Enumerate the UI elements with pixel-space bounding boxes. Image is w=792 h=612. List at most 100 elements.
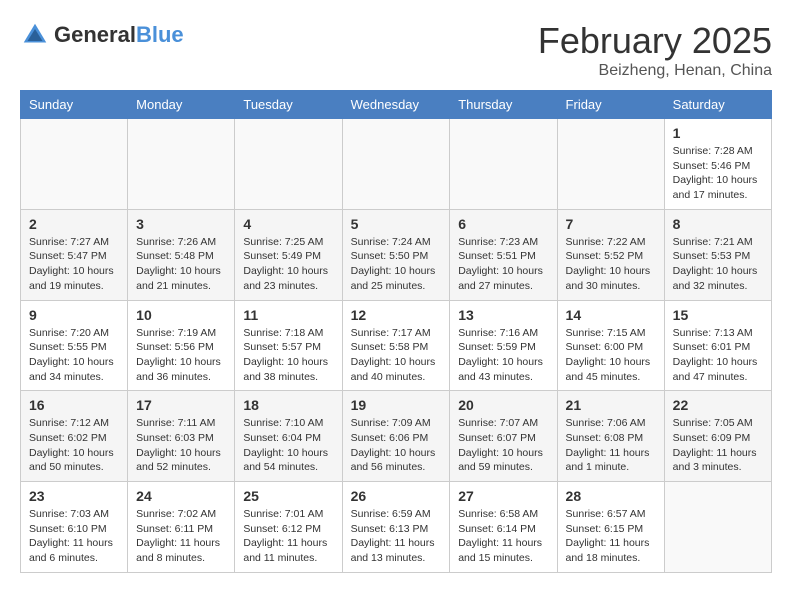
day-number: 23	[29, 488, 119, 504]
day-cell: 21Sunrise: 7:06 AM Sunset: 6:08 PM Dayli…	[557, 391, 664, 482]
day-number: 20	[458, 397, 548, 413]
day-info: Sunrise: 7:20 AM Sunset: 5:55 PM Dayligh…	[29, 326, 119, 385]
day-number: 25	[243, 488, 333, 504]
day-number: 2	[29, 216, 119, 232]
day-number: 16	[29, 397, 119, 413]
day-cell: 19 Sunrise: 7:09 AM Sunset: 6:06 PM Dayli…	[342, 391, 450, 482]
day-cell: 12 Sunrise: 7:17 AM Sunset: 5:58 PM Dayli…	[342, 300, 450, 391]
day-info: Sunrise: 7:18 AM Sunset: 5:57 PM Dayligh…	[243, 326, 333, 385]
day-info: Sunrise: 7:28 AM Sunset: 5:46 PM Dayligh…	[673, 144, 763, 203]
day-cell: 26 Sunrise: 6:59 AM Sunset: 6:13 PM Dayli…	[342, 482, 450, 573]
day-info: Sunrise: 7:02 AM Sunset: 6:11 PM Dayligh…	[136, 507, 226, 566]
day-info: Sunrise: 7:05 AM Sunset: 6:09 PM Dayligh…	[673, 416, 763, 475]
month-title: February 2025	[538, 20, 772, 62]
day-number: 26	[351, 488, 442, 504]
day-cell: 1 Sunrise: 7:28 AM Sunset: 5:46 PM Daylig…	[664, 119, 771, 210]
day-info: Sunrise: 7:11 AM Sunset: 6:03 PM Dayligh…	[136, 416, 226, 475]
day-number: 11	[243, 307, 333, 323]
day-info: Sunrise: 7:21 AM Sunset: 5:53 PM Dayligh…	[673, 235, 763, 294]
day-info: Sunrise: 7:03 AM Sunset: 6:10 PM Dayligh…	[29, 507, 119, 566]
day-number: 3	[136, 216, 226, 232]
day-number: 7	[566, 216, 656, 232]
logo: GeneralBlue	[20, 20, 184, 50]
day-header-sunday: Sunday	[21, 91, 128, 119]
day-info: Sunrise: 7:15 AM Sunset: 6:00 PM Dayligh…	[566, 326, 656, 385]
week-row-2: 2 Sunrise: 7:27 AM Sunset: 5:47 PM Daylig…	[21, 209, 772, 300]
day-header-thursday: Thursday	[450, 91, 557, 119]
day-number: 4	[243, 216, 333, 232]
day-cell	[342, 119, 450, 210]
week-row-4: 16 Sunrise: 7:12 AM Sunset: 6:02 PM Dayli…	[21, 391, 772, 482]
day-cell	[235, 119, 342, 210]
calendar-header-row: SundayMondayTuesdayWednesdayThursdayFrid…	[21, 91, 772, 119]
day-header-friday: Friday	[557, 91, 664, 119]
location: Beizheng, Henan, China	[538, 62, 772, 80]
day-cell	[557, 119, 664, 210]
day-info: Sunrise: 7:12 AM Sunset: 6:02 PM Dayligh…	[29, 416, 119, 475]
day-cell: 23 Sunrise: 7:03 AM Sunset: 6:10 PM Dayli…	[21, 482, 128, 573]
day-cell	[450, 119, 557, 210]
day-cell	[128, 119, 235, 210]
day-cell: 17 Sunrise: 7:11 AM Sunset: 6:03 PM Dayli…	[128, 391, 235, 482]
day-info: Sunrise: 7:23 AM Sunset: 5:51 PM Dayligh…	[458, 235, 548, 294]
day-cell: 16 Sunrise: 7:12 AM Sunset: 6:02 PM Dayli…	[21, 391, 128, 482]
day-number: 10	[136, 307, 226, 323]
day-cell: 2 Sunrise: 7:27 AM Sunset: 5:47 PM Daylig…	[21, 209, 128, 300]
day-cell: 9 Sunrise: 7:20 AM Sunset: 5:55 PM Daylig…	[21, 300, 128, 391]
day-cell: 3Sunrise: 7:26 AM Sunset: 5:48 PM Daylig…	[128, 209, 235, 300]
day-cell	[21, 119, 128, 210]
logo-blue: Blue	[136, 22, 184, 47]
day-number: 27	[458, 488, 548, 504]
logo-icon	[20, 20, 50, 50]
day-info: Sunrise: 6:57 AM Sunset: 6:15 PM Dayligh…	[566, 507, 656, 566]
day-number: 19	[351, 397, 442, 413]
day-number: 13	[458, 307, 548, 323]
logo-general: General	[54, 22, 136, 47]
day-number: 8	[673, 216, 763, 232]
day-number: 14	[566, 307, 656, 323]
day-number: 9	[29, 307, 119, 323]
day-number: 12	[351, 307, 442, 323]
day-cell: 28Sunrise: 6:57 AM Sunset: 6:15 PM Dayli…	[557, 482, 664, 573]
day-info: Sunrise: 7:19 AM Sunset: 5:56 PM Dayligh…	[136, 326, 226, 385]
day-info: Sunrise: 7:22 AM Sunset: 5:52 PM Dayligh…	[566, 235, 656, 294]
title-block: February 2025 Beizheng, Henan, China	[538, 20, 772, 80]
calendar: SundayMondayTuesdayWednesdayThursdayFrid…	[20, 90, 772, 573]
day-info: Sunrise: 7:16 AM Sunset: 5:59 PM Dayligh…	[458, 326, 548, 385]
day-header-monday: Monday	[128, 91, 235, 119]
day-header-saturday: Saturday	[664, 91, 771, 119]
day-cell: 4 Sunrise: 7:25 AM Sunset: 5:49 PM Daylig…	[235, 209, 342, 300]
day-number: 24	[136, 488, 226, 504]
day-cell: 15 Sunrise: 7:13 AM Sunset: 6:01 PM Dayli…	[664, 300, 771, 391]
day-info: Sunrise: 7:25 AM Sunset: 5:49 PM Dayligh…	[243, 235, 333, 294]
day-number: 18	[243, 397, 333, 413]
day-cell: 27 Sunrise: 6:58 AM Sunset: 6:14 PM Dayli…	[450, 482, 557, 573]
day-info: Sunrise: 7:09 AM Sunset: 6:06 PM Dayligh…	[351, 416, 442, 475]
day-cell: 11 Sunrise: 7:18 AM Sunset: 5:57 PM Dayli…	[235, 300, 342, 391]
day-cell: 14 Sunrise: 7:15 AM Sunset: 6:00 PM Dayli…	[557, 300, 664, 391]
day-number: 1	[673, 125, 763, 141]
day-info: Sunrise: 6:59 AM Sunset: 6:13 PM Dayligh…	[351, 507, 442, 566]
day-info: Sunrise: 7:27 AM Sunset: 5:47 PM Dayligh…	[29, 235, 119, 294]
page-header: GeneralBlue February 2025 Beizheng, Hena…	[20, 20, 772, 80]
day-cell: 22Sunrise: 7:05 AM Sunset: 6:09 PM Dayli…	[664, 391, 771, 482]
day-info: Sunrise: 7:17 AM Sunset: 5:58 PM Dayligh…	[351, 326, 442, 385]
day-info: Sunrise: 7:01 AM Sunset: 6:12 PM Dayligh…	[243, 507, 333, 566]
day-cell: 7 Sunrise: 7:22 AM Sunset: 5:52 PM Daylig…	[557, 209, 664, 300]
day-number: 21	[566, 397, 656, 413]
week-row-3: 9 Sunrise: 7:20 AM Sunset: 5:55 PM Daylig…	[21, 300, 772, 391]
day-cell: 25 Sunrise: 7:01 AM Sunset: 6:12 PM Dayli…	[235, 482, 342, 573]
day-cell: 6Sunrise: 7:23 AM Sunset: 5:51 PM Daylig…	[450, 209, 557, 300]
day-info: Sunrise: 6:58 AM Sunset: 6:14 PM Dayligh…	[458, 507, 548, 566]
day-info: Sunrise: 7:13 AM Sunset: 6:01 PM Dayligh…	[673, 326, 763, 385]
day-info: Sunrise: 7:10 AM Sunset: 6:04 PM Dayligh…	[243, 416, 333, 475]
day-header-tuesday: Tuesday	[235, 91, 342, 119]
day-info: Sunrise: 7:07 AM Sunset: 6:07 PM Dayligh…	[458, 416, 548, 475]
day-cell: 20 Sunrise: 7:07 AM Sunset: 6:07 PM Dayli…	[450, 391, 557, 482]
day-cell: 8 Sunrise: 7:21 AM Sunset: 5:53 PM Daylig…	[664, 209, 771, 300]
day-cell	[664, 482, 771, 573]
day-cell: 18 Sunrise: 7:10 AM Sunset: 6:04 PM Dayli…	[235, 391, 342, 482]
day-info: Sunrise: 7:24 AM Sunset: 5:50 PM Dayligh…	[351, 235, 442, 294]
day-number: 15	[673, 307, 763, 323]
day-number: 17	[136, 397, 226, 413]
